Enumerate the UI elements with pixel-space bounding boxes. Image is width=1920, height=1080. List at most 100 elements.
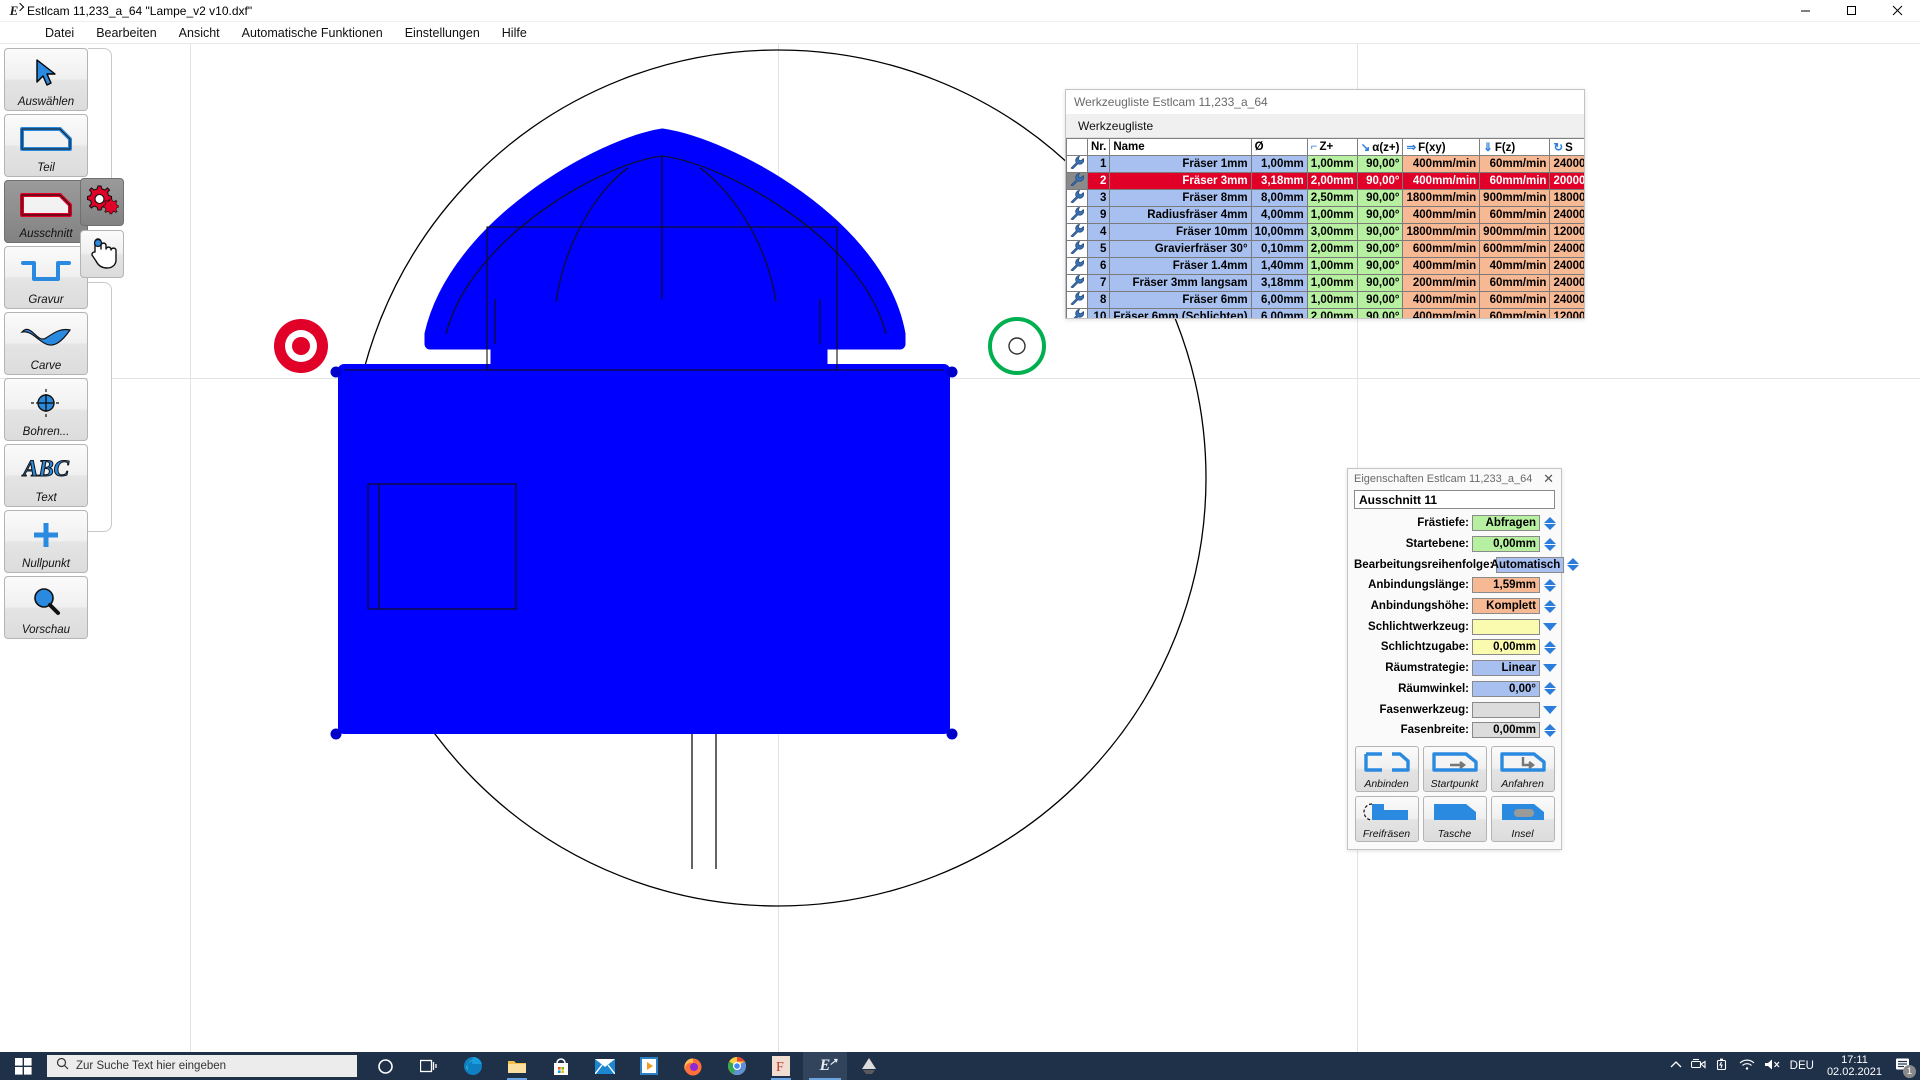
spinner-updown-icon[interactable] [1567,556,1580,573]
th-alpha[interactable]: ↘ α(z+) [1356,138,1404,156]
row-wrench-icon[interactable] [1066,189,1088,207]
menu-datei[interactable]: Datei [34,24,85,42]
properties-name-field[interactable]: Ausschnitt 11 [1354,490,1555,509]
button-tasche[interactable]: Tasche [1422,795,1487,842]
property-value-field[interactable]: Linear [1472,660,1540,677]
tray-clock[interactable]: 17:11 02.02.2021 [1823,1054,1886,1078]
row-wrench-icon[interactable] [1066,291,1088,309]
tool-list-window[interactable]: Werkzeugliste Estlcam 11,233_a_64 Werkze… [1065,89,1585,319]
dropdown-arrow-icon[interactable] [1543,618,1557,635]
volume-muted-icon[interactable] [1764,1058,1781,1074]
button-anfahren[interactable]: Anfahren [1490,745,1555,792]
th-fxy[interactable]: ⇒ F(xy) [1402,138,1481,156]
tool-button-gravur[interactable]: Gravur [4,246,88,309]
windows-start-icon[interactable] [0,1052,46,1080]
firefox-icon[interactable] [671,1052,715,1080]
spinner-updown-icon[interactable] [1543,639,1557,656]
property-value-field[interactable]: Automatisch [1491,556,1565,573]
table-row[interactable]: 10 Fräser 6mm (Schlichten) 6,00mm 2,00mm 90,… [1066,308,1584,318]
properties-window[interactable]: Eigenschaften Estlcam 11,233_a_64 ✕ Auss… [1347,468,1580,850]
tool-button-ausschnitt[interactable]: Ausschnitt [4,180,88,243]
menu-ansicht[interactable]: Ansicht [168,24,231,42]
file-explorer-icon[interactable] [495,1052,539,1080]
table-row[interactable]: 1 Fräser 1mm 1,00mm 1,00mm 90,00° 400mm/min 60… [1066,155,1584,173]
property-value-field[interactable]: 1,59mm [1472,577,1540,594]
button-freifraesen[interactable]: Freifräsen [1354,795,1419,842]
property-value-field[interactable]: 0,00° [1472,680,1540,697]
th-name[interactable]: Name [1109,138,1252,156]
spinner-updown-icon[interactable] [1543,722,1557,739]
hand-pointer-button[interactable] [80,230,124,278]
camera-icon[interactable] [1690,1058,1706,1074]
gears-button[interactable] [80,178,124,226]
th-nr[interactable]: Nr. [1086,138,1111,156]
property-value-field[interactable]: 0,00mm [1472,639,1540,656]
row-wrench-icon[interactable] [1066,308,1088,318]
tool-button-carve[interactable]: Carve [4,312,88,375]
tray-language[interactable]: DEU [1790,1060,1814,1072]
table-row[interactable]: 3 Fräser 8mm 8,00mm 2,50mm 90,00° 1800mm/min 9… [1066,189,1584,207]
close-button[interactable] [1874,0,1920,22]
maximize-button[interactable] [1828,0,1874,22]
cortana-icon[interactable] [363,1052,407,1080]
microsoft-store-icon[interactable] [539,1052,583,1080]
th-diameter[interactable]: Ø [1250,138,1308,156]
estlcam-icon[interactable]: E ↗ [803,1052,847,1080]
table-row[interactable]: 9 Radiusfräser 4mm 4,00mm 1,00mm 90,00° 400mm… [1066,206,1584,224]
search-input[interactable]: Zur Suche Text hier eingeben [47,1055,357,1077]
wifi-icon[interactable] [1739,1058,1755,1074]
minimize-button[interactable] [1782,0,1828,22]
table-row[interactable]: 8 Fräser 6mm 6,00mm 1,00mm 90,00° 400mm/min 60… [1066,291,1584,309]
property-value-field[interactable]: Abfragen [1472,515,1540,532]
menu-hilfe[interactable]: Hilfe [491,24,538,42]
th-fz[interactable]: ⇓ F(z) [1479,138,1551,156]
table-row[interactable]: 6 Fräser 1.4mm 1,40mm 1,00mm 90,00° 400mm/min… [1066,257,1584,275]
drawing-canvas[interactable] [0,44,1920,1052]
tool-button-auswaehlen[interactable]: Auswählen [4,48,88,111]
row-wrench-icon[interactable] [1066,223,1088,241]
spinner-updown-icon[interactable] [1543,577,1557,594]
table-row[interactable]: 2 Fräser 3mm 3,18mm 2,00mm 90,00° 400mm/min 60… [1066,172,1584,190]
chrome-icon[interactable] [715,1052,759,1080]
show-hidden-icons-chevron[interactable] [1670,1060,1682,1073]
property-value-field[interactable] [1472,618,1540,635]
dropdown-arrow-icon[interactable] [1543,701,1557,718]
table-row[interactable]: 7 Fräser 3mm langsam 3,18mm 1,00mm 90,00° 200… [1066,274,1584,292]
edge-icon[interactable] [451,1052,495,1080]
property-value-field[interactable]: 0,00mm [1472,722,1540,739]
spinner-updown-icon[interactable] [1543,515,1557,532]
menu-bearbeiten[interactable]: Bearbeiten [85,24,167,42]
property-value-field[interactable]: 0,00mm [1472,536,1540,553]
spinner-updown-icon[interactable] [1543,598,1557,615]
row-wrench-icon[interactable] [1066,206,1088,224]
property-value-field[interactable]: Komplett [1472,598,1540,615]
tool-button-bohren[interactable]: Bohren... [4,378,88,441]
th-spindle[interactable]: ↻ S [1549,138,1584,156]
spinner-updown-icon[interactable] [1543,680,1557,697]
spinner-updown-icon[interactable] [1543,536,1557,553]
tool-button-teil[interactable]: Teil [4,114,88,177]
tool-button-vorschau[interactable]: Vorschau [4,576,88,639]
action-center-icon[interactable]: 1 [1895,1057,1916,1078]
table-row[interactable]: 5 Gravierfräser 30° 0,10mm 2,00mm 90,00° 600m… [1066,240,1584,258]
menu-automatische-funktionen[interactable]: Automatische Funktionen [231,24,394,42]
row-wrench-icon[interactable] [1066,155,1088,173]
menu-einstellungen[interactable]: Einstellungen [394,24,491,42]
row-wrench-icon[interactable] [1066,240,1088,258]
f-app-icon[interactable]: F [759,1052,803,1080]
inkscape-icon[interactable] [847,1052,891,1080]
row-wrench-icon[interactable] [1066,172,1088,190]
tool-button-nullpunkt[interactable]: Nullpunkt [4,510,88,573]
row-wrench-icon[interactable] [1066,257,1088,275]
mail-icon[interactable] [583,1052,627,1080]
button-startpunkt[interactable]: Startpunkt [1422,745,1487,792]
close-icon[interactable]: ✕ [1540,471,1557,487]
table-row[interactable]: 4 Fräser 10mm 10,00mm 3,00mm 90,00° 1800mm/mi… [1066,223,1584,241]
th-zplus[interactable]: ⌐ Z+ [1306,138,1358,156]
battery-icon[interactable] [1715,1058,1730,1074]
property-value-field[interactable] [1472,701,1540,718]
button-anbinden[interactable]: Anbinden [1354,745,1419,792]
row-wrench-icon[interactable] [1066,274,1088,292]
th-wrench[interactable] [1066,138,1088,156]
task-view-icon[interactable] [407,1052,451,1080]
